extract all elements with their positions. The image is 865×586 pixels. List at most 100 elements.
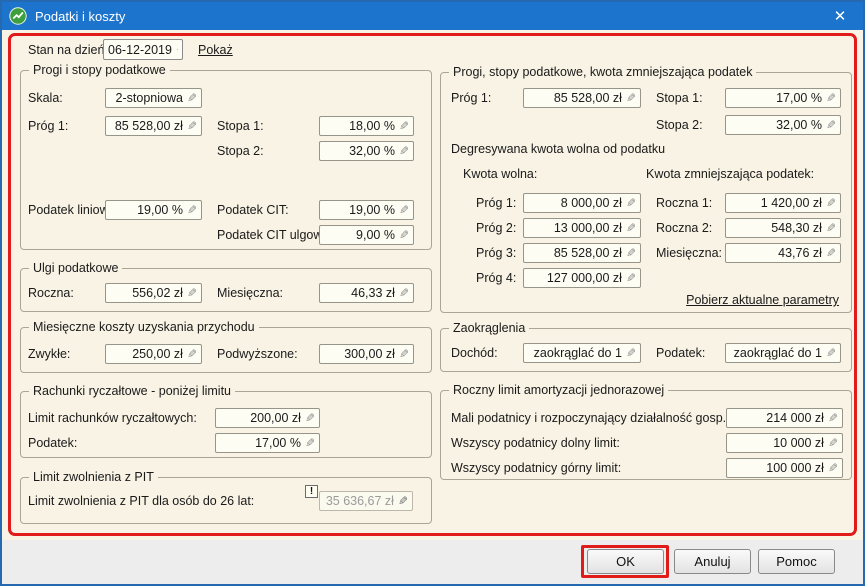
group-title: Rachunki ryczałtowe - poniżej limitu xyxy=(29,384,235,399)
edit-pencil-icon[interactable]: ✎ xyxy=(826,119,836,131)
roczna2-field[interactable]: 548,30 zł ✎ xyxy=(725,218,841,238)
roczna1-label: Roczna 1: xyxy=(656,196,712,211)
edit-pencil-icon[interactable]: ✎ xyxy=(187,204,197,216)
edit-pencil-icon[interactable]: ✎ xyxy=(187,287,197,299)
edit-pencil-icon[interactable]: ✎ xyxy=(399,287,409,299)
group-title: Zaokrąglenia xyxy=(449,321,529,336)
edit-pencil-icon[interactable]: ✎ xyxy=(399,120,409,132)
group-ryczalt: Rachunki ryczałtowe - poniżej limitu Lim… xyxy=(20,391,432,458)
miesieczna-field[interactable]: 46,33 zł ✎ xyxy=(319,283,414,303)
edit-pencil-icon: ✎ xyxy=(398,495,408,507)
prog1-field[interactable]: 85 528,00 zł ✎ xyxy=(523,88,641,108)
edit-pencil-icon[interactable]: ✎ xyxy=(305,437,315,449)
kw-prog1-label: Próg 1: xyxy=(476,196,516,211)
podatek-zaokraglenia-field[interactable]: zaokrąglać do 1 ✎ xyxy=(725,343,841,363)
prog1-field[interactable]: 85 528,00 zł ✎ xyxy=(105,116,202,136)
zwykle-label: Zwykłe: xyxy=(28,347,70,362)
cancel-button[interactable]: Anuluj xyxy=(674,549,751,574)
kw-prog3-field[interactable]: 85 528,00 zł ✎ xyxy=(523,243,641,263)
kw-prog2-field[interactable]: 13 000,00 zł ✎ xyxy=(523,218,641,238)
roczna-field[interactable]: 556,02 zł ✎ xyxy=(105,283,202,303)
group-title: Ulgi podatkowe xyxy=(29,261,122,276)
podwyzszone-field[interactable]: 300,00 zł ✎ xyxy=(319,344,414,364)
dochod-field[interactable]: zaokrąglać do 1 ✎ xyxy=(523,343,641,363)
calendar-icon[interactable] xyxy=(177,43,178,56)
group-title: Progi, stopy podatkowe, kwota zmniejszaj… xyxy=(449,65,756,80)
pit-limit-label: Limit zwolnienia z PIT dla osób do 26 la… xyxy=(28,494,254,509)
mali-podatnicy-label: Mali podatnicy i rozpoczynający działaln… xyxy=(451,411,730,426)
edit-pencil-icon[interactable]: ✎ xyxy=(399,348,409,360)
skala-label: Skala: xyxy=(28,91,63,106)
podatek-ryczalt-label: Podatek: xyxy=(28,436,77,451)
kw-prog4-label: Próg 4: xyxy=(476,271,516,286)
skala-field[interactable]: 2-stopniowa ✎ xyxy=(105,88,202,108)
app-icon xyxy=(9,7,27,25)
edit-pencil-icon[interactable]: ✎ xyxy=(187,92,197,104)
stopa2-label: Stopa 2: xyxy=(217,144,264,159)
group-progi-stopy: Progi i stopy podatkowe Skala: 2-stopnio… xyxy=(20,70,432,250)
edit-pencil-icon[interactable]: ✎ xyxy=(826,347,836,359)
edit-pencil-icon[interactable]: ✎ xyxy=(826,222,836,234)
close-icon[interactable]: ✕ xyxy=(817,2,863,30)
stopa2-field[interactable]: 32,00 % ✎ xyxy=(725,115,841,135)
ok-button[interactable]: OK xyxy=(587,549,664,574)
warning-icon: ! xyxy=(305,485,318,498)
download-parameters-link[interactable]: Pobierz aktualne parametry xyxy=(686,293,839,308)
kw-miesieczna-field[interactable]: 43,76 zł ✎ xyxy=(725,243,841,263)
date-input[interactable]: 06-12-2019 xyxy=(103,39,183,60)
group-title: Limit zwolnienia z PIT xyxy=(29,470,158,485)
group-koszty: Miesięczne koszty uzyskania przychodu Zw… xyxy=(20,327,432,373)
edit-pencil-icon[interactable]: ✎ xyxy=(399,229,409,241)
group-title: Roczny limit amortyzacji jednorazowej xyxy=(449,383,668,398)
roczna2-label: Roczna 2: xyxy=(656,221,712,236)
edit-pencil-icon[interactable]: ✎ xyxy=(826,247,836,259)
dochod-label: Dochód: xyxy=(451,346,498,361)
edit-pencil-icon[interactable]: ✎ xyxy=(826,197,836,209)
pit-limit-field: 35 636,67 zł ✎ xyxy=(319,491,413,511)
stopa1-field[interactable]: 18,00 % ✎ xyxy=(319,116,414,136)
dolny-limit-field[interactable]: 10 000 zł ✎ xyxy=(726,433,843,453)
roczna-label: Roczna: xyxy=(28,286,74,301)
podatek-cit-field[interactable]: 19,00 % ✎ xyxy=(319,200,414,220)
edit-pencil-icon[interactable]: ✎ xyxy=(626,197,636,209)
group-title: Miesięczne koszty uzyskania przychodu xyxy=(29,320,259,335)
gorny-limit-field[interactable]: 100 000 zł ✎ xyxy=(726,458,843,478)
help-button[interactable]: Pomoc xyxy=(758,549,835,574)
edit-pencil-icon[interactable]: ✎ xyxy=(187,348,197,360)
edit-pencil-icon[interactable]: ✎ xyxy=(187,120,197,132)
roczna1-field[interactable]: 1 420,00 zł ✎ xyxy=(725,193,841,213)
stopa2-field[interactable]: 32,00 % ✎ xyxy=(319,141,414,161)
edit-pencil-icon[interactable]: ✎ xyxy=(399,145,409,157)
kw-prog4-field[interactable]: 127 000,00 zł ✎ xyxy=(523,268,641,288)
edit-pencil-icon[interactable]: ✎ xyxy=(828,437,838,449)
limit-ryczalt-field[interactable]: 200,00 zł ✎ xyxy=(215,408,320,428)
edit-pencil-icon[interactable]: ✎ xyxy=(305,412,315,424)
edit-pencil-icon[interactable]: ✎ xyxy=(626,92,636,104)
edit-pencil-icon[interactable]: ✎ xyxy=(828,462,838,474)
edit-pencil-icon[interactable]: ✎ xyxy=(826,92,836,104)
show-link[interactable]: Pokaż xyxy=(198,43,233,58)
window-title: Podatki i koszty xyxy=(35,9,125,24)
edit-pencil-icon[interactable]: ✎ xyxy=(828,412,838,424)
prog1-label: Próg 1: xyxy=(451,91,491,106)
edit-pencil-icon[interactable]: ✎ xyxy=(626,272,636,284)
podatek-cit-ulgowy-field[interactable]: 9,00 % ✎ xyxy=(319,225,414,245)
podatek-ryczalt-field[interactable]: 17,00 % ✎ xyxy=(215,433,320,453)
kwota-wolna-heading: Kwota wolna: xyxy=(463,167,537,182)
edit-pencil-icon[interactable]: ✎ xyxy=(626,247,636,259)
prog1-label: Próg 1: xyxy=(28,119,68,134)
podatek-liniowy-field[interactable]: 19,00 % ✎ xyxy=(105,200,202,220)
edit-pencil-icon[interactable]: ✎ xyxy=(626,347,636,359)
date-value: 06-12-2019 xyxy=(108,43,172,57)
footer-bar: OK Anuluj Pomoc xyxy=(2,540,863,584)
group-ulgi: Ulgi podatkowe Roczna: 556,02 zł ✎ Miesi… xyxy=(20,268,432,312)
edit-pencil-icon[interactable]: ✎ xyxy=(626,222,636,234)
edit-pencil-icon[interactable]: ✎ xyxy=(399,204,409,216)
kw-prog1-field[interactable]: 8 000,00 zł ✎ xyxy=(523,193,641,213)
kw-prog2-label: Próg 2: xyxy=(476,221,516,236)
zwykle-field[interactable]: 250,00 zł ✎ xyxy=(105,344,202,364)
mali-podatnicy-field[interactable]: 214 000 zł ✎ xyxy=(726,408,843,428)
stopa1-field[interactable]: 17,00 % ✎ xyxy=(725,88,841,108)
podwyzszone-label: Podwyższone: xyxy=(217,347,298,362)
kw-miesieczna-label: Miesięczna: xyxy=(656,246,722,261)
